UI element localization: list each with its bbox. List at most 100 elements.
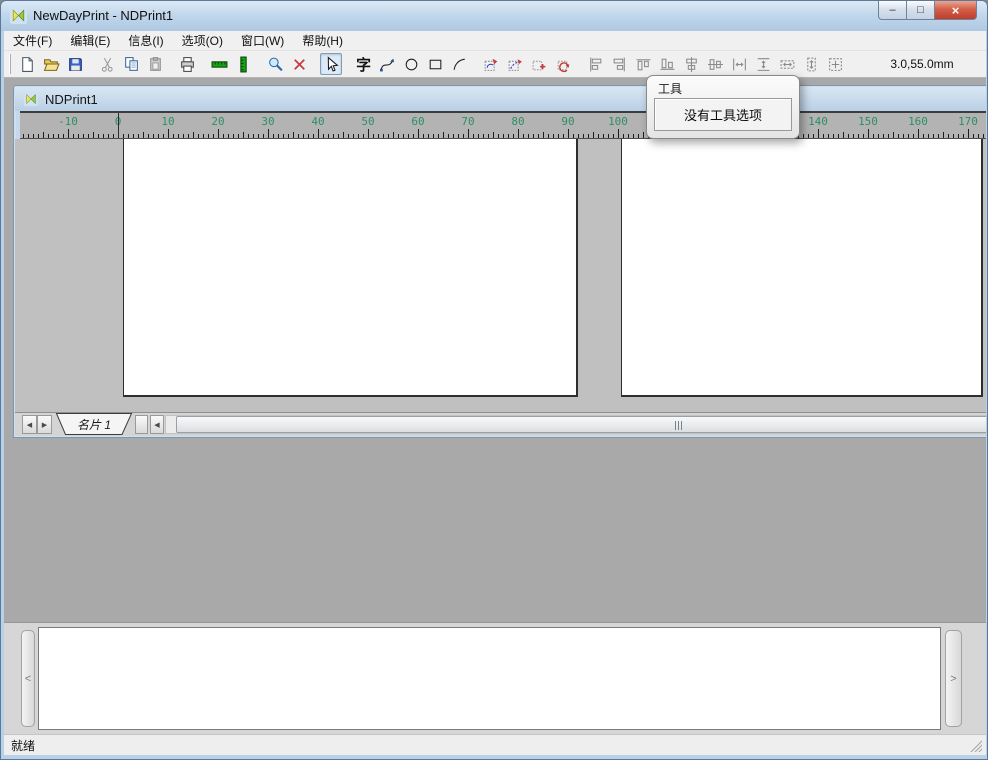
ruler-tick bbox=[228, 134, 229, 138]
ruler-v-button[interactable] bbox=[232, 53, 254, 75]
panel-scroll-right-button[interactable]: > bbox=[945, 630, 962, 727]
print-icon bbox=[179, 56, 196, 73]
rotate-reset-button[interactable] bbox=[552, 53, 574, 75]
ruler-tick bbox=[833, 134, 834, 138]
menu-item-info[interactable]: 信息(I) bbox=[119, 30, 172, 51]
align-left-button bbox=[584, 53, 606, 75]
zoom-button[interactable] bbox=[264, 53, 286, 75]
sheet-tab-active[interactable]: 名片 1 bbox=[55, 413, 133, 435]
ruler-tick bbox=[643, 132, 644, 138]
ruler-tick bbox=[588, 134, 589, 138]
menu-item-file[interactable]: 文件(F) bbox=[4, 30, 61, 51]
sheet-tab-label: 名片 1 bbox=[55, 416, 133, 433]
ruler-tick bbox=[968, 129, 969, 138]
open-button[interactable] bbox=[40, 53, 62, 75]
ruler-tick bbox=[288, 134, 289, 138]
ruler-tick bbox=[813, 134, 814, 138]
ruler-tick bbox=[803, 134, 804, 138]
align-right-icon bbox=[611, 56, 628, 73]
ruler-tick bbox=[453, 134, 454, 138]
menu-item-edit[interactable]: 编辑(E) bbox=[61, 30, 119, 51]
rotate-object-button[interactable] bbox=[480, 53, 502, 75]
ruler-tick bbox=[483, 134, 484, 138]
ruler-tick bbox=[893, 132, 894, 138]
minimize-button[interactable]: – bbox=[878, 1, 907, 20]
ruler-tick bbox=[883, 134, 884, 138]
ruler-tick bbox=[888, 134, 889, 138]
menu-item-window[interactable]: 窗口(W) bbox=[232, 30, 293, 51]
ruler-tick bbox=[103, 134, 104, 138]
ruler-tick bbox=[478, 134, 479, 138]
ruler-h-icon bbox=[211, 56, 228, 73]
ruler-tick bbox=[508, 134, 509, 138]
toolbar-group bbox=[479, 53, 575, 75]
horizontal-scrollbar[interactable] bbox=[165, 415, 986, 434]
ruler-tick bbox=[408, 134, 409, 138]
add-node-icon bbox=[531, 56, 548, 73]
tool-options-popup: 工具 没有工具选项 bbox=[646, 75, 800, 139]
menu-item-options[interactable]: 选项(O) bbox=[173, 30, 232, 51]
ruler-tick bbox=[268, 129, 269, 138]
scrollbar-grip-icon bbox=[675, 421, 683, 430]
arc-button[interactable] bbox=[448, 53, 470, 75]
menu-item-help[interactable]: 帮助(H) bbox=[293, 30, 352, 51]
ruler-tick bbox=[963, 134, 964, 138]
hscroll-left-button[interactable]: ◀ bbox=[150, 415, 164, 434]
copy-button[interactable] bbox=[120, 53, 142, 75]
ruler-tick bbox=[908, 134, 909, 138]
text-button[interactable]: 字 bbox=[352, 53, 374, 75]
same-height-button bbox=[800, 53, 822, 75]
ruler-tick bbox=[363, 134, 364, 138]
skew-object-button[interactable] bbox=[504, 53, 526, 75]
tab-spare-button[interactable] bbox=[135, 415, 148, 434]
cursor-button[interactable] bbox=[320, 53, 342, 75]
menu-bar: 文件(F)编辑(E)信息(I)选项(O)窗口(W)帮助(H) bbox=[4, 31, 986, 51]
delete-button[interactable] bbox=[288, 53, 310, 75]
rect-button[interactable] bbox=[424, 53, 446, 75]
ruler-tick bbox=[583, 134, 584, 138]
svg-text:字: 字 bbox=[356, 56, 371, 73]
horizontal-scrollbar-thumb[interactable] bbox=[176, 416, 986, 433]
document-window: NDPrint1 -100102030405060708090100110120… bbox=[13, 85, 986, 438]
tab-next-button[interactable]: ▶ bbox=[37, 415, 52, 434]
maximize-button[interactable]: □ bbox=[907, 1, 934, 20]
ruler-tick bbox=[428, 134, 429, 138]
mdi-workspace: NDPrint1 -100102030405060708090100110120… bbox=[4, 78, 986, 622]
ruler-h-button[interactable] bbox=[208, 53, 230, 75]
titlebar[interactable]: NewDayPrint - NDPrint1 –□× bbox=[1, 1, 987, 31]
ellipse-button[interactable] bbox=[400, 53, 422, 75]
ruler-tick bbox=[173, 134, 174, 138]
ruler-tick bbox=[543, 132, 544, 138]
object-list-box[interactable] bbox=[38, 627, 941, 730]
ruler-tick bbox=[578, 134, 579, 138]
document-titlebar[interactable]: NDPrint1 bbox=[15, 87, 986, 111]
ruler-tick bbox=[563, 134, 564, 138]
ruler-tick bbox=[438, 134, 439, 138]
card-page-1[interactable] bbox=[123, 139, 578, 397]
ruler-tick bbox=[948, 134, 949, 138]
ruler-tick bbox=[498, 134, 499, 138]
card-page-2[interactable] bbox=[621, 139, 983, 397]
new-button[interactable] bbox=[16, 53, 38, 75]
toolbar-grip[interactable] bbox=[9, 54, 11, 74]
ruler-tick bbox=[48, 134, 49, 138]
ruler-tick bbox=[418, 129, 419, 138]
save-button[interactable] bbox=[64, 53, 86, 75]
close-button[interactable]: × bbox=[934, 1, 977, 20]
ruler-tick bbox=[448, 134, 449, 138]
resize-grip-icon[interactable] bbox=[969, 739, 982, 752]
panel-scroll-left-button[interactable]: < bbox=[21, 630, 35, 727]
ruler-tick bbox=[323, 134, 324, 138]
rotate-object-icon bbox=[483, 56, 500, 73]
toolbar-group bbox=[207, 53, 255, 75]
zoom-icon bbox=[267, 56, 284, 73]
ruler-tick bbox=[903, 134, 904, 138]
polyline-button[interactable] bbox=[376, 53, 398, 75]
print-button[interactable] bbox=[176, 53, 198, 75]
ruler-tick bbox=[63, 134, 64, 138]
add-node-button[interactable] bbox=[528, 53, 550, 75]
tab-prev-button[interactable]: ◀ bbox=[22, 415, 37, 434]
ruler-label: 100 bbox=[608, 115, 628, 128]
ruler-v-icon bbox=[235, 56, 252, 73]
ruler-tick bbox=[153, 134, 154, 138]
